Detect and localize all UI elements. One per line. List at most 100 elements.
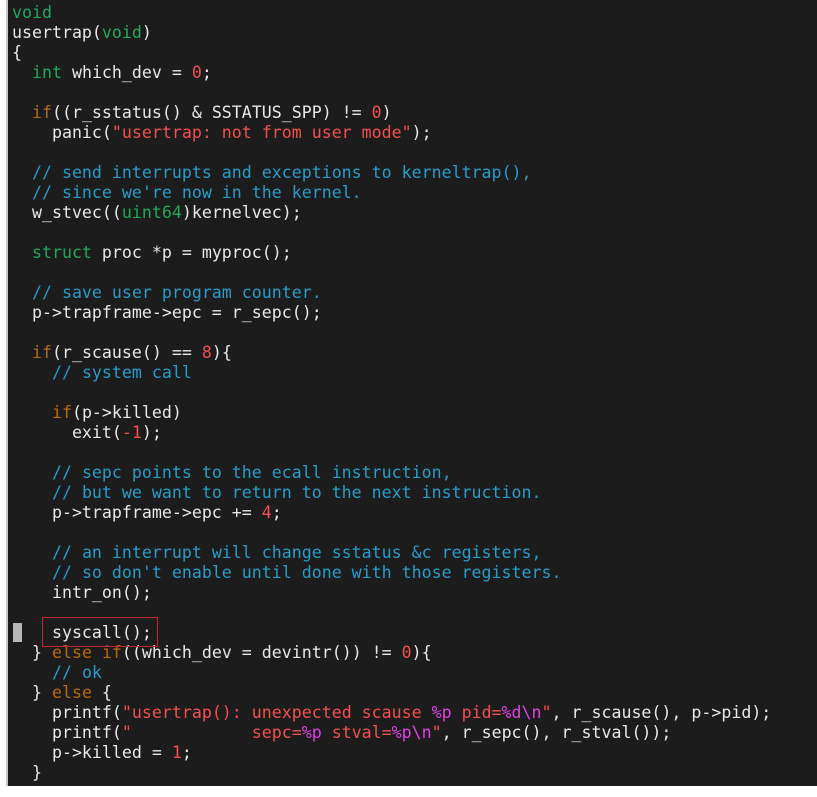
code-line: usertrap(void) [12,23,771,43]
code-line: panic("usertrap: not from user mode"); [12,123,771,143]
code-text: p->trapframe->epc += [12,503,262,522]
code-line: if((r_sstatus() & SSTATUS_SPP) != 0) [12,103,771,123]
code-line: exit(-1); [12,423,771,443]
code-line: int which_dev = 0; [12,63,771,83]
code-text: ){ [411,643,432,662]
code-line: if(p->killed) [12,403,771,423]
string-literal: pid= [451,703,502,722]
code-text: ; [271,503,282,522]
number-literal: 0 [401,643,412,662]
number-literal: -1 [121,423,142,442]
code-text: ; [201,63,212,82]
code-view[interactable]: void usertrap(void){ int which_dev = 0; i… [12,3,771,783]
code-text: (r_scause() == [51,343,202,362]
syscall-highlight-box [42,617,158,647]
code-line: // since we're now in the kernel. [12,183,771,203]
code-text: ); [411,123,432,142]
code-line: // but we want to return to the next ins… [12,483,771,503]
comment: // so don't enable until done with those… [51,563,562,582]
string-literal: "usertrap(): unexpected scause [121,703,432,722]
string-literal: " [541,703,552,722]
code-line: p->trapframe->epc += 4; [12,503,771,523]
code-text: proc *p = myproc(); [91,243,292,262]
comment: // sepc points to the ecall instruction, [51,463,452,482]
code-line: w_stvec((uint64)kernelvec); [12,203,771,223]
code-text: intr_on(); [12,583,152,602]
code-text: { [12,43,22,62]
code-text: w_stvec(( [12,203,122,222]
type-keyword: struct [31,243,92,262]
comment: // since we're now in the kernel. [31,183,362,202]
code-line: printf("usertrap(): unexpected scause %p… [12,703,771,723]
code-line: p->trapframe->epc = r_sepc(); [12,303,771,323]
code-text: ((r_sstatus() & SSTATUS_SPP) != [51,103,372,122]
type-keyword: uint64 [121,203,182,222]
format-specifier: %p [301,723,322,742]
code-line: } else { [12,683,771,703]
code-line: p->killed = 1; [12,743,771,763]
number-literal: 0 [191,63,202,82]
code-text: which_dev = [61,63,192,82]
code-text: , r_sepc(), r_stval()); [441,723,672,742]
code-line: void [12,3,771,23]
code-line: // sepc points to the ecall instruction, [12,463,771,483]
code-text: { [91,683,112,702]
code-text: printf( [12,723,122,742]
code-line: // ok [12,663,771,683]
code-line: struct proc *p = myproc(); [12,243,771,263]
code-text: } [12,683,52,702]
text-cursor [13,623,22,642]
code-text: p->killed = [12,743,172,762]
type-keyword: int [31,63,62,82]
format-specifier: %p\n [391,723,432,742]
comment: // but we want to return to the next ins… [51,483,542,502]
comment: // ok [51,663,102,682]
comment: // an interrupt will change sstatus &c r… [51,543,542,562]
code-text: ((which_dev = devintr()) != [121,643,402,662]
code-text: panic( [12,123,112,142]
format-specifier: %p [431,703,452,722]
comment: // send interrupts and exceptions to ker… [31,163,532,182]
control-keyword: else [51,683,92,702]
code-text: printf( [12,703,122,722]
code-text: ; [181,743,192,762]
string-literal: " [431,723,442,742]
type-keyword: void [101,23,142,42]
code-line: // send interrupts and exceptions to ker… [12,163,771,183]
control-keyword: if [31,343,52,362]
string-literal: "usertrap: not from user mode" [111,123,412,142]
control-keyword: if [31,103,52,122]
number-literal: 8 [201,343,212,362]
code-text: )kernelvec); [181,203,302,222]
number-literal: 0 [371,103,382,122]
code-line: // save user program counter. [12,283,771,303]
format-specifier: %d\n [501,703,542,722]
code-line: printf(" sepc=%p stval=%p\n", r_sepc(), … [12,723,771,743]
code-text: (p->killed) [71,403,182,422]
number-literal: 1 [171,743,182,762]
code-line: // an interrupt will change sstatus &c r… [12,543,771,563]
code-text: ); [141,423,162,442]
code-text: } [12,763,42,782]
code-text: ){ [211,343,232,362]
code-text: exit( [12,423,122,442]
number-literal: 4 [261,503,272,522]
string-literal: " sepc= [121,723,302,742]
